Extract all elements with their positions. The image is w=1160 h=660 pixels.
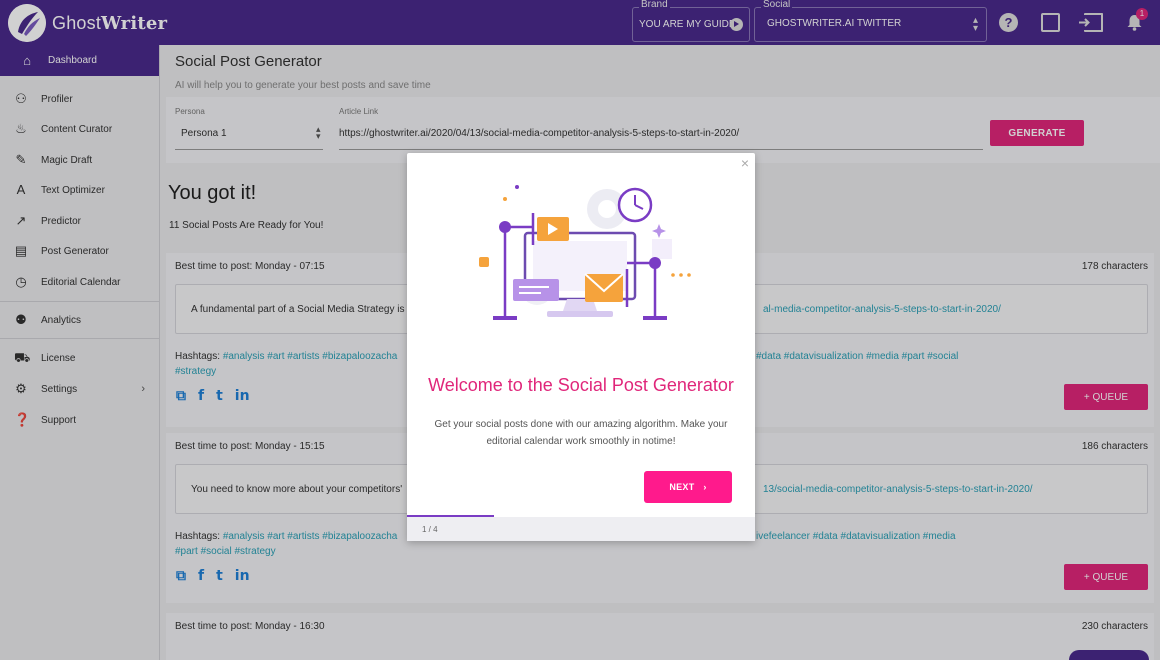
dialog-title: Welcome to the Social Post Generator	[428, 375, 734, 395]
next-button[interactable]: NEXT ›	[644, 471, 732, 503]
next-label: NEXT	[669, 482, 695, 492]
chevron-right-icon: ›	[703, 482, 707, 492]
close-icon[interactable]: ×	[741, 155, 749, 171]
welcome-dialog: × Welcome to the Social Post Generator G…	[407, 153, 755, 541]
dialog-footer: 1 / 4	[407, 517, 755, 541]
dialog-description: Get your social posts done with our amaz…	[434, 419, 728, 447]
step-indicator: 1 / 4	[422, 525, 438, 534]
computer-illustration-icon	[479, 185, 691, 320]
